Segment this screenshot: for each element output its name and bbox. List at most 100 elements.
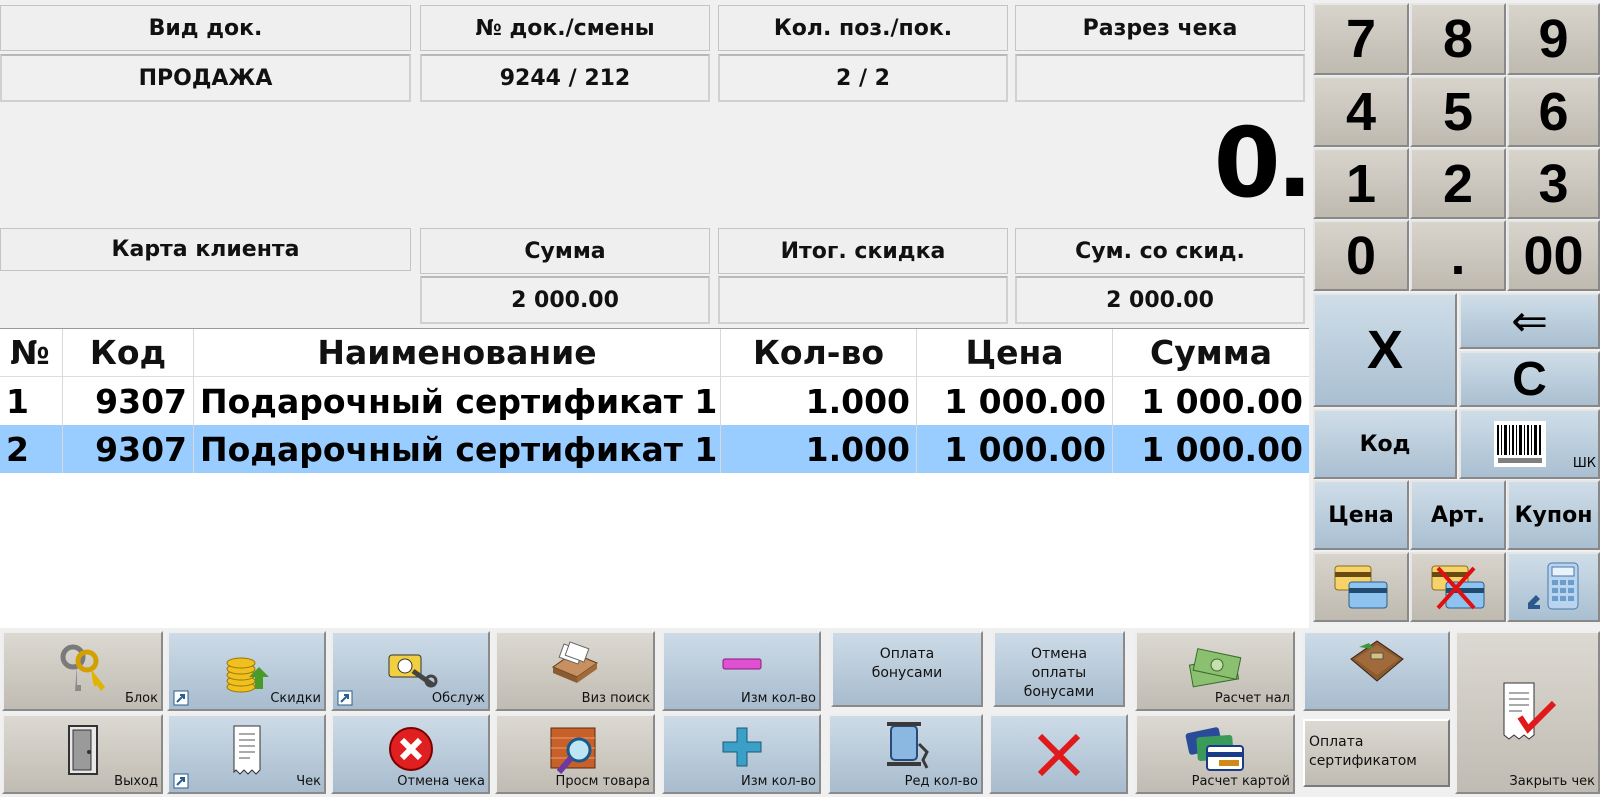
card-remove-button[interactable] [1410, 552, 1506, 622]
sum-value: 2 000.00 [420, 276, 710, 324]
exit-button[interactable]: Выход [2, 714, 163, 794]
table-row-selected[interactable]: 2 9307 Подарочный сертификат 1 000 1.000… [0, 425, 1309, 473]
qty-minus-button[interactable]: Изм кол-во [662, 631, 821, 711]
cash-payment-label: Расчет нал [1214, 691, 1290, 706]
key-8[interactable]: 8 [1410, 3, 1506, 75]
pay-certificate-label: Оплата сертификатом [1309, 734, 1417, 769]
row-sum: 1 000.00 [1141, 429, 1303, 469]
cancel-check-button[interactable]: Отмена чека [331, 714, 490, 794]
qty-plus-button[interactable]: Изм кол-во [662, 714, 821, 794]
receipt-grid[interactable]: № Код Наименование Кол-во Цена Сумма 1 9… [0, 328, 1309, 628]
check-label: Чек [296, 774, 321, 789]
key-6[interactable]: 6 [1507, 76, 1600, 147]
edit-qty-label: Ред кол-во [904, 774, 978, 789]
row-num: 1 [0, 377, 63, 425]
magnifier-icon [550, 727, 596, 774]
clamp-icon [886, 722, 929, 769]
key-7[interactable]: 7 [1313, 3, 1409, 75]
pay-bonus-button[interactable]: Оплата бонусами [831, 631, 983, 707]
calculator-icon [1527, 562, 1578, 610]
table-row[interactable]: 1 9307 Подарочный сертификат 1 000 1.000… [0, 377, 1309, 425]
code-button[interactable]: Код [1313, 409, 1457, 479]
doc-type-value: ПРОДАЖА [0, 54, 411, 102]
cancel-check-label: Отмена чека [397, 774, 485, 789]
client-card-value [0, 274, 411, 322]
cards-icon [1334, 565, 1388, 609]
key-4[interactable]: 4 [1313, 76, 1409, 147]
sum-label: Сумма [420, 228, 710, 274]
client-card-label: Карта клиента [0, 228, 411, 271]
row-price: 1 000.00 [917, 425, 1113, 473]
cancel-bonus-button[interactable]: Отмена оплаты бонусами [993, 631, 1125, 707]
visual-search-button[interactable]: Виз поиск [495, 631, 655, 711]
row-name: Подарочный сертификат 1 000 [194, 425, 721, 473]
multiply-button[interactable]: X [1313, 293, 1457, 407]
cash-payment-button[interactable]: Расчет нал [1135, 631, 1295, 711]
receipt-icon [233, 725, 260, 775]
sum-discounted-value: 2 000.00 [1015, 276, 1305, 324]
price-button[interactable]: Цена [1313, 480, 1409, 550]
block-button[interactable]: Блок [2, 631, 163, 711]
key-00[interactable]: 00 [1507, 220, 1600, 291]
grid-header: № Код Наименование Кол-во Цена Сумма [0, 328, 1309, 377]
backspace-button[interactable]: ⇐ [1459, 293, 1600, 349]
service-button[interactable]: Обслуж [331, 631, 490, 711]
receipt-check-icon [1503, 682, 1556, 740]
row-name: Подарочный сертификат 1 000 [194, 377, 721, 425]
wallet-button[interactable] [1303, 631, 1450, 711]
key-dot[interactable]: . [1410, 220, 1506, 291]
row-code: 9307 [63, 425, 194, 473]
key-0[interactable]: 0 [1313, 220, 1409, 291]
plus-icon [722, 727, 761, 767]
block-label: Блок [124, 691, 158, 706]
col-header-price[interactable]: Цена [917, 328, 1113, 377]
doc-type-label: Вид док. [0, 5, 411, 51]
shortcut-arrow-icon [173, 773, 189, 789]
pay-bonus-label: Оплата бонусами [871, 646, 943, 681]
wallet-icon [1349, 640, 1404, 682]
edit-qty-button[interactable]: Ред кол-во [828, 714, 983, 794]
barcode-button[interactable]: ШК [1459, 409, 1600, 479]
qty-minus-label: Изм кол-во [741, 691, 816, 706]
row-qty: 1.000 [721, 425, 917, 473]
doc-num-value: 9244 / 212 [420, 54, 710, 102]
delete-position-button[interactable] [989, 714, 1128, 794]
col-header-sum[interactable]: Сумма [1113, 329, 1309, 377]
discount-label: Итог. скидка [718, 228, 1008, 274]
discounts-label: Скидки [270, 691, 321, 706]
col-header-code[interactable]: Код [63, 328, 194, 377]
row-code: 9307 [63, 377, 194, 425]
clear-button[interactable]: C [1459, 351, 1600, 407]
check-button[interactable]: Чек [167, 714, 326, 794]
discount-value [718, 276, 1008, 324]
credit-cards-icon [1185, 727, 1244, 771]
cut-label: Разрез чека [1015, 5, 1305, 51]
calculator-button[interactable] [1507, 552, 1600, 622]
row-price: 1 000.00 [917, 377, 1113, 425]
doc-num-label: № док./смены [420, 5, 710, 51]
col-header-name[interactable]: Наименование [194, 328, 721, 377]
keys-icon [60, 644, 105, 691]
card-add-button[interactable] [1313, 552, 1409, 622]
service-tools-icon [388, 654, 437, 688]
close-check-button[interactable]: Закрыть чек [1455, 631, 1600, 794]
card-payment-button[interactable]: Расчет картой [1135, 714, 1295, 794]
key-9[interactable]: 9 [1507, 3, 1600, 75]
discounts-button[interactable]: Скидки [167, 631, 326, 711]
article-button[interactable]: Арт. [1410, 480, 1506, 550]
view-goods-button[interactable]: Просм товара [495, 714, 655, 794]
cancel-bonus-label: Отмена оплаты бонусами [1023, 646, 1095, 700]
shortcut-arrow-icon [173, 690, 189, 706]
key-5[interactable]: 5 [1410, 76, 1506, 147]
cut-value [1015, 54, 1305, 102]
view-goods-label: Просм товара [555, 774, 650, 789]
pay-certificate-button[interactable]: Оплата сертификатом [1303, 719, 1450, 787]
key-2[interactable]: 2 [1410, 148, 1506, 219]
barcode-label: ШК [1572, 456, 1596, 471]
shortcut-arrow-icon [337, 690, 353, 706]
col-header-qty[interactable]: Кол-во [721, 328, 917, 377]
col-header-num[interactable]: № [0, 328, 63, 377]
key-3[interactable]: 3 [1507, 148, 1600, 219]
coupon-button[interactable]: Купон [1507, 480, 1600, 550]
key-1[interactable]: 1 [1313, 148, 1409, 219]
